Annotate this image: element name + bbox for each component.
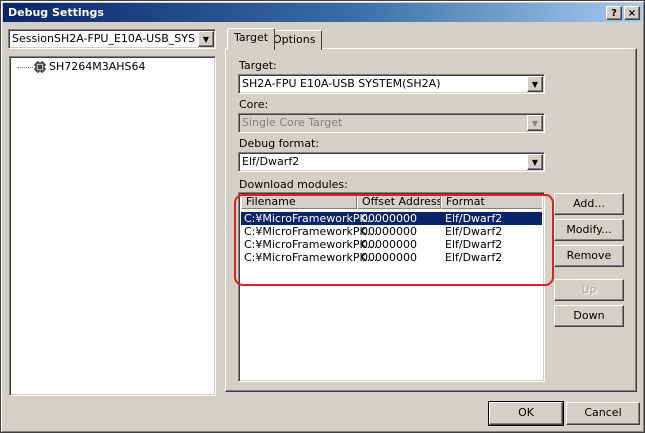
session-value: SessionSH2A-FPU_E10A-USB_SYSTEM [12,32,195,45]
cell-format: Elf/Dwarf2 [445,225,503,238]
table-row[interactable]: C:¥MicroFrameworkPK... 00000000 Elf/Dwar… [241,251,542,264]
session-tree[interactable]: SH7264M3AHS64 [9,56,216,396]
cell-format: Elf/Dwarf2 [445,212,503,225]
remove-button[interactable]: Remove [554,245,624,267]
chip-icon [33,60,47,74]
close-button[interactable]: × [624,6,640,20]
core-label: Core: [239,98,269,111]
target-label: Target: [239,59,277,72]
column-header-offset[interactable]: Offset Address [357,195,441,209]
tree-node-label[interactable]: SH7264M3AHS64 [49,60,146,74]
core-value: Single Core Target [242,116,343,129]
table-row[interactable]: C:¥MicroFrameworkPK... 00000000 Elf/Dwar… [241,225,542,238]
tab-options-label: Options [273,33,316,46]
column-header-filename[interactable]: Filename [241,195,357,209]
cell-filename: C:¥MicroFrameworkPK... [244,238,378,251]
tab-target-label: Target [234,31,269,44]
cell-filename: C:¥MicroFrameworkPK... [244,251,378,264]
cancel-button[interactable]: Cancel [566,402,640,425]
session-dropdown[interactable]: SessionSH2A-FPU_E10A-USB_SYSTEM ▼ [8,29,216,49]
target-value: SH2A-FPU E10A-USB SYSTEM(SH2A) [242,77,441,90]
download-modules-label: Download modules: [239,178,348,191]
dropdown-arrow-icon: ▼ [527,115,543,131]
target-dropdown[interactable]: SH2A-FPU E10A-USB SYSTEM(SH2A) ▼ [238,74,545,94]
add-button[interactable]: Add... [554,193,624,215]
cell-offset: 00000000 [361,238,417,251]
core-dropdown: Single Core Target ▼ [238,113,545,133]
cell-format: Elf/Dwarf2 [445,238,503,251]
window-title: Debug Settings [8,6,104,19]
help-button[interactable]: ? [606,6,622,20]
cell-offset: 00000000 [361,212,417,225]
ok-button[interactable]: OK [488,401,564,426]
up-button[interactable]: Up [554,279,624,301]
tree-connector [17,67,33,68]
modify-button[interactable]: Modify... [554,219,624,241]
cell-filename: C:¥MicroFrameworkPK... [244,212,378,225]
cell-format: Elf/Dwarf2 [445,251,503,264]
cell-offset: 00000000 [361,251,417,264]
debug-format-value: Elf/Dwarf2 [242,155,300,168]
debug-settings-dialog: Debug Settings ? × SessionSH2A-FPU_E10A-… [0,0,645,433]
cell-filename: C:¥MicroFrameworkPK... [244,225,378,238]
down-button[interactable]: Down [554,305,624,327]
debug-format-label: Debug format: [239,137,320,150]
dropdown-arrow-icon[interactable]: ▼ [527,76,543,92]
debug-format-dropdown[interactable]: Elf/Dwarf2 ▼ [238,152,545,172]
table-row[interactable]: C:¥MicroFrameworkPK... 00000000 Elf/Dwar… [240,211,543,226]
download-modules-list[interactable]: Filename Offset Address Format C:¥MicroF… [238,192,545,382]
list-header: Filename Offset Address Format [241,195,542,209]
table-row[interactable]: C:¥MicroFrameworkPK... 00000000 Elf/Dwar… [241,238,542,251]
tab-target[interactable]: Target [227,28,276,50]
dropdown-arrow-icon[interactable]: ▼ [198,31,214,47]
dropdown-arrow-icon[interactable]: ▼ [527,154,543,170]
title-bar: Debug Settings ? × [3,3,642,22]
column-header-format[interactable]: Format [441,195,542,209]
cell-offset: 00000000 [361,225,417,238]
